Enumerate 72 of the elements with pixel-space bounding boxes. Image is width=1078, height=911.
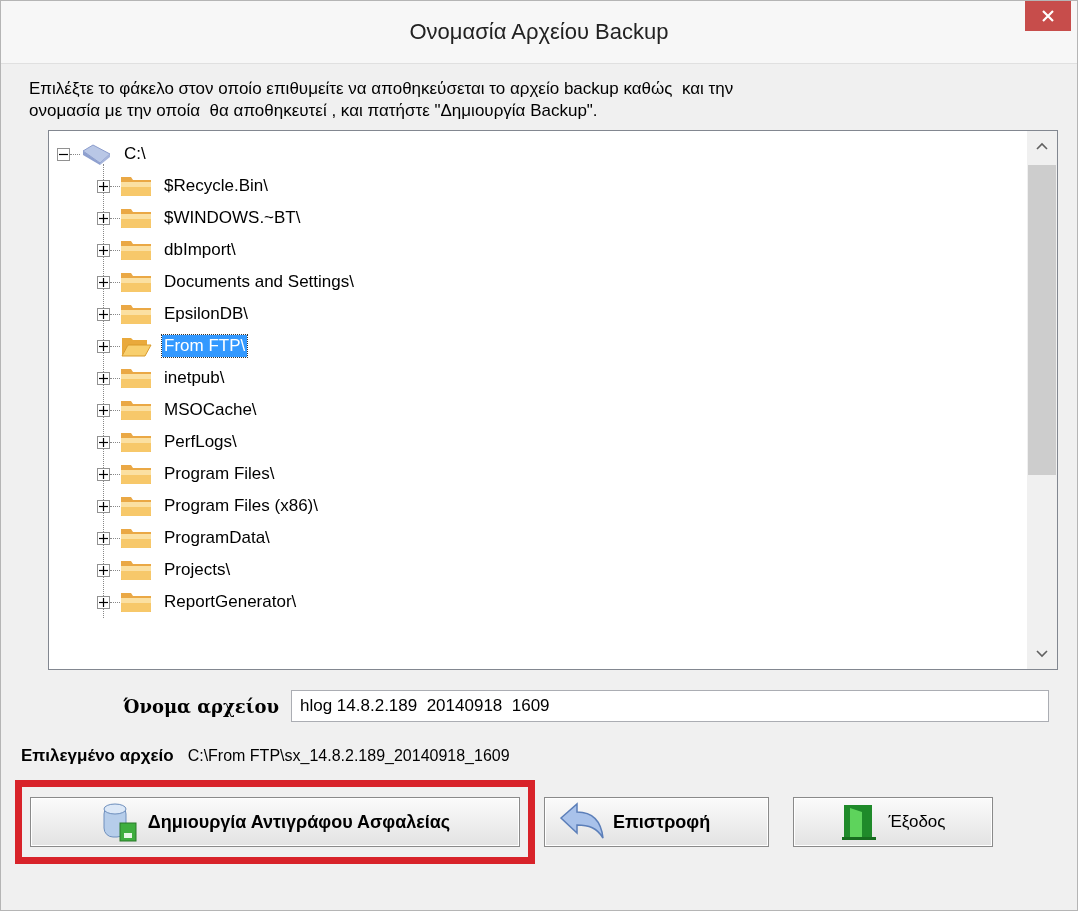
window-title: Ονομασία Αρχείου Backup <box>409 19 669 45</box>
folder-icon <box>120 494 152 518</box>
plus-icon <box>99 597 108 607</box>
expand-toggle[interactable] <box>97 595 110 609</box>
folder-icon <box>120 590 152 614</box>
plus-icon <box>99 373 108 383</box>
expand-toggle[interactable] <box>97 211 110 225</box>
plus-icon <box>99 565 108 575</box>
scroll-thumb[interactable] <box>1028 165 1056 475</box>
expand-toggle[interactable] <box>97 563 110 577</box>
plus-icon <box>99 277 108 287</box>
plus-icon <box>99 213 108 223</box>
expand-toggle[interactable] <box>97 531 110 545</box>
tree-item[interactable]: MSOCache\ <box>162 399 259 421</box>
expand-toggle[interactable] <box>97 371 110 385</box>
plus-icon <box>99 181 108 191</box>
folder-icon <box>120 174 152 198</box>
plus-icon <box>99 437 108 447</box>
tree-item[interactable]: $WINDOWS.~BT\ <box>162 207 303 229</box>
file-name-field[interactable]: hlog 14.8.2.189 20140918 1609 <box>291 690 1049 722</box>
tree-item[interactable]: Projects\ <box>162 559 233 581</box>
plus-icon <box>99 469 108 479</box>
expand-toggle[interactable] <box>97 339 110 353</box>
plus-icon <box>99 501 108 511</box>
folder-icon <box>120 398 152 422</box>
folder-icon <box>120 270 152 294</box>
folder-icon <box>120 366 152 390</box>
folder-icon <box>120 430 152 454</box>
create-button[interactable]: Δημιουργία Αντιγράφου Ασφαλείας <box>30 797 520 847</box>
tree-item[interactable]: PerfLogs\ <box>162 431 239 453</box>
plus-icon <box>99 309 108 319</box>
tree-item[interactable]: ReportGenerator\ <box>162 591 299 613</box>
expand-toggle[interactable] <box>97 499 110 513</box>
folder-icon <box>120 302 152 326</box>
tree-item[interactable]: Program Files\ <box>162 463 277 485</box>
plus-icon <box>99 533 108 543</box>
tree-item[interactable]: Program Files (x86)\ <box>162 495 320 517</box>
expand-toggle[interactable] <box>97 179 110 193</box>
expand-toggle[interactable] <box>97 467 110 481</box>
expand-toggle[interactable] <box>97 243 110 257</box>
close-button[interactable] <box>1025 1 1071 31</box>
exit-button[interactable]: Έξοδος <box>793 797 993 847</box>
folder-icon <box>120 238 152 262</box>
file-name-label: Όνομα αρχείου <box>122 695 280 717</box>
selected-file-path: C:\From FTP\sx_14.8.2.189_20140918_1609 <box>187 747 510 765</box>
tree-item[interactable]: ProgramData\ <box>162 527 272 549</box>
scroll-up-icon[interactable] <box>1036 142 1048 150</box>
folder-icon <box>120 206 152 230</box>
tree-item[interactable]: Documents and Settings\ <box>162 271 356 293</box>
folder-icon <box>120 526 152 550</box>
expand-toggle[interactable] <box>97 275 110 289</box>
tree-item[interactable]: dbImport\ <box>162 239 238 261</box>
expand-toggle[interactable] <box>97 307 110 321</box>
scroll-down-icon[interactable] <box>1036 650 1048 658</box>
expand-toggle[interactable] <box>97 435 110 449</box>
instruction-text: Επιλέξτε το φάκελο στον οποίο επιθυμείτε να αποθηκεύσεται το αρχείο backup καθώς και την ονομασία με την οποία θα αποθηκευτεί , και πατήστε "Δημιουργία Backup". <box>29 78 735 122</box>
folder-icon <box>120 558 152 582</box>
tree-item[interactable]: C:\ <box>122 143 148 165</box>
tree-item[interactable]: inetpub\ <box>162 367 227 389</box>
close-icon <box>1042 10 1054 22</box>
back-button[interactable]: Επιστροφή <box>544 797 769 847</box>
drive-icon <box>80 142 112 166</box>
folder-icon <box>120 462 152 486</box>
expand-toggle[interactable] <box>97 403 110 417</box>
collapse-toggle[interactable] <box>57 147 70 161</box>
plus-icon <box>99 405 108 415</box>
tree-item[interactable]: $Recycle.Bin\ <box>162 175 270 197</box>
plus-icon <box>99 245 108 255</box>
scrollbar[interactable] <box>1027 131 1057 669</box>
tree-item[interactable]: EpsilonDB\ <box>162 303 251 325</box>
selected-file-label: Επιλεγμένο αρχείο <box>21 746 175 766</box>
plus-icon <box>99 341 108 351</box>
